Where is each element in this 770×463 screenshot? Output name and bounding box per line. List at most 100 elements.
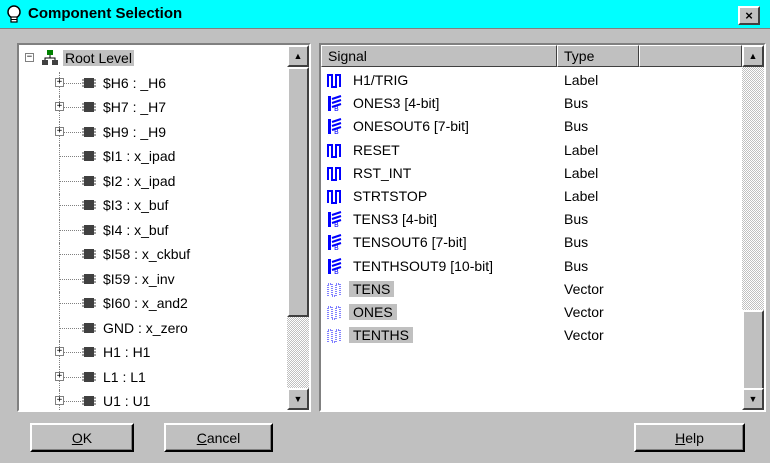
tree-connector [59, 316, 60, 341]
tree-connector [59, 254, 81, 255]
tree-item[interactable]: + H1 : H1 [19, 341, 287, 365]
chip-icon [81, 394, 97, 408]
expand-icon[interactable]: + [55, 126, 64, 136]
tree-item[interactable]: GND : x_zero [19, 316, 287, 341]
cancel-button[interactable]: Cancel [164, 423, 273, 452]
ok-button[interactable]: OK [30, 423, 134, 452]
svg-text:B: B [334, 105, 339, 112]
svg-text:B: B [334, 221, 339, 228]
tree-item[interactable]: + $H6 : _H6 [19, 71, 287, 96]
chip-icon [81, 149, 97, 163]
tree-item[interactable]: $I60 : x_and2 [19, 292, 287, 316]
table-row[interactable]: H1/TRIG Label [321, 69, 742, 92]
tree-connector [59, 292, 60, 316]
cancel-label: Cancel [196, 429, 241, 446]
table-row[interactable]: TENTHS Vector [321, 324, 742, 347]
table-row[interactable]: TENS Vector [321, 278, 742, 301]
expand-icon[interactable]: + [55, 102, 64, 111]
chip-icon [81, 247, 97, 261]
signal-type: Label [564, 141, 599, 158]
tree-connector [59, 229, 81, 231]
signal-name: RESET [353, 141, 400, 158]
expand-icon[interactable]: + [55, 371, 64, 381]
tree-item-label: L1 : L1 [103, 368, 146, 385]
tree-item[interactable]: $I3 : x_buf [19, 194, 287, 218]
tree-connector [59, 218, 60, 243]
tree-item-label: $I59 : x_inv [103, 270, 175, 287]
column-header-signal[interactable]: Signal [321, 45, 557, 67]
signal-table[interactable]: Signal Type H1/TRIG Label B ONES3 [4-bit] Bu… [319, 43, 766, 412]
signal-name: ONES [349, 304, 397, 320]
tree-item[interactable]: $I1 : x_ipad [19, 145, 287, 169]
tree-connector [59, 156, 81, 157]
tree-item[interactable]: $I2 : x_ipad [19, 169, 287, 194]
column-header-blank[interactable] [639, 45, 742, 67]
tree-item-label: $I2 : x_ipad [103, 172, 176, 189]
table-scroll-thumb[interactable] [742, 310, 764, 390]
tree-item[interactable]: $I59 : x_inv [19, 267, 287, 292]
table-row[interactable]: RST_INT Label [321, 162, 742, 185]
tree-scroll-down-button[interactable]: ▼ [287, 388, 309, 410]
chip-icon [81, 76, 97, 90]
bus-icon: B [327, 257, 343, 276]
column-header-type[interactable]: Type [557, 45, 639, 67]
tree-connector [59, 278, 81, 280]
tree-item[interactable]: + L1 : L1 [19, 365, 287, 390]
arrow-up-icon: ▲ [748, 51, 758, 61]
bus-icon: B [327, 234, 343, 252]
tree-scroll-thumb[interactable] [287, 67, 309, 317]
tree-item[interactable]: + $H9 : _H9 [19, 120, 287, 145]
table-row[interactable]: B ONES3 [4-bit] Bus [321, 92, 742, 115]
arrow-down-icon: ▼ [748, 394, 758, 404]
tree-item-label: Root Level [63, 50, 134, 66]
svg-text:B: B [334, 128, 339, 135]
help-button[interactable]: Help [634, 423, 745, 452]
expand-icon[interactable]: + [55, 347, 64, 356]
tree-connector [59, 303, 81, 304]
table-scroll-up-button[interactable]: ▲ [742, 45, 764, 67]
table-row[interactable]: ONES Vector [321, 301, 742, 324]
arrow-down-icon: ▼ [293, 394, 303, 404]
collapse-icon[interactable]: − [25, 53, 34, 62]
table-row[interactable]: B ONESOUT6 [7-bit] Bus [321, 115, 742, 138]
table-header: Signal Type [321, 45, 742, 67]
expand-icon[interactable]: + [55, 77, 64, 87]
signal-type: Bus [564, 211, 589, 228]
table-row[interactable]: B TENSOUT6 [7-bit] Bus [321, 231, 742, 254]
close-button[interactable]: × [738, 6, 760, 25]
tree-item-label: $I58 : x_ckbuf [103, 246, 191, 262]
tree-scrollbar[interactable]: ▲ ▼ [287, 45, 309, 410]
tree-scroll-up-button[interactable]: ▲ [287, 45, 309, 67]
svg-text:B: B [334, 244, 339, 251]
table-scroll-down-button[interactable]: ▼ [742, 388, 764, 410]
table-scrollbar[interactable]: ▲ ▼ [742, 45, 764, 410]
tree-item[interactable]: $I4 : x_buf [19, 218, 287, 243]
tree-item[interactable]: − Root Level [19, 47, 287, 69]
signal-type: Label [564, 72, 599, 88]
vector-icon [327, 281, 343, 298]
tree-item-label: $H7 : _H7 [103, 99, 167, 115]
chip-icon [81, 321, 97, 335]
tree-item[interactable]: + $H7 : _H7 [19, 96, 287, 120]
label-icon [327, 188, 343, 205]
tree-connector [59, 145, 60, 169]
table-row[interactable]: B TENS3 [4-bit] Bus [321, 208, 742, 231]
signal-name: H1/TRIG [353, 72, 409, 88]
bus-icon: B [327, 211, 343, 229]
signal-type: Vector [564, 327, 604, 344]
component-tree[interactable]: − Root Level + $H6 : _H6 + $H7 : _H7 + $H9 : _H… [17, 43, 311, 412]
vector-icon [327, 327, 343, 344]
expand-icon[interactable]: + [55, 396, 64, 405]
tree-connector [59, 180, 81, 182]
table-row[interactable]: STRTSTOP Label [321, 185, 742, 208]
signal-type: Bus [564, 118, 589, 135]
tree-item-label: $H6 : _H6 [103, 74, 167, 91]
tree-connector [59, 267, 60, 292]
chip-icon [81, 174, 97, 188]
close-icon: × [745, 8, 753, 23]
table-row[interactable]: B TENTHSOUT9 [10-bit] Bus [321, 255, 742, 278]
tree-connector [59, 243, 60, 267]
tree-item[interactable]: $I58 : x_ckbuf [19, 243, 287, 267]
table-row[interactable]: RESET Label [321, 139, 742, 162]
tree-item[interactable]: + U1 : U1 [19, 390, 287, 410]
